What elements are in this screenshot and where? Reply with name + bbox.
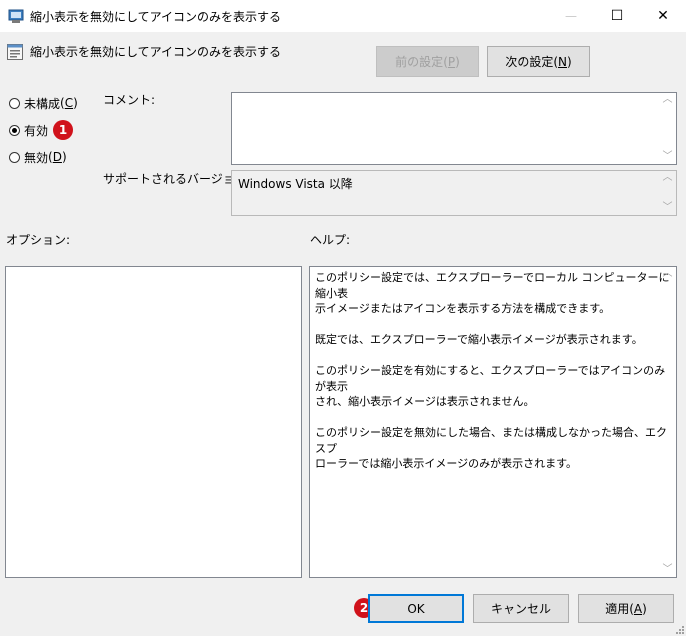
radio-label: 有効 xyxy=(24,123,49,138)
help-text: このポリシー設定では、エクスプローラーでローカル コンピューターに縮小表 示イメ… xyxy=(315,271,670,470)
annotation-badge-1: 1 xyxy=(53,120,73,140)
radio-circle xyxy=(9,97,20,109)
apply-label: 適用 xyxy=(605,602,630,616)
radio-not-configured[interactable]: 未構成(C) xyxy=(9,94,78,112)
policy-name: 縮小表示を無効にしてアイコンのみを表示する xyxy=(30,45,282,59)
ok-label: OK xyxy=(407,601,425,616)
help-scrollbar[interactable]: ︿ ﹀ xyxy=(659,267,676,577)
ok-button[interactable]: OK xyxy=(368,594,464,623)
resize-grip-icon[interactable] xyxy=(674,624,684,634)
radio-label: 未構成 xyxy=(24,96,61,111)
supported-value: Windows Vista 以降 xyxy=(238,177,353,191)
window-title: 縮小表示を無効にしてアイコンのみを表示する xyxy=(30,10,282,24)
cancel-label: キャンセル xyxy=(490,602,551,616)
previous-setting-button[interactable]: 前の設定(P) xyxy=(376,46,479,77)
supported-field: Windows Vista 以降 ︿ ﹀ xyxy=(231,170,677,216)
radio-key: D xyxy=(52,150,62,164)
radio-circle xyxy=(9,124,20,136)
previous-setting-key: P xyxy=(447,54,456,69)
radio-circle xyxy=(9,151,20,163)
radio-key: C xyxy=(64,96,74,110)
supported-label: サポートされるバージョン: xyxy=(103,172,251,186)
policy-editor-icon xyxy=(8,9,24,23)
next-setting-key: N xyxy=(558,54,567,69)
help-pane[interactable]: このポリシー設定では、エクスプローラーでローカル コンピューターに縮小表 示イメ… xyxy=(309,266,677,578)
scroll-up-icon[interactable]: ︿ xyxy=(663,93,673,107)
scroll-up-icon[interactable]: ︿ xyxy=(663,171,673,185)
maximize-button[interactable]: ☐ xyxy=(594,0,640,32)
radio-enabled[interactable]: 有効 xyxy=(9,121,48,139)
previous-setting-label: 前の設定 xyxy=(395,55,444,69)
comment-scrollbar[interactable]: ︿ ﹀ xyxy=(659,93,676,164)
comment-field[interactable]: ︿ ﹀ xyxy=(231,92,677,165)
next-setting-button[interactable]: 次の設定(N) xyxy=(487,46,590,77)
cancel-button[interactable]: キャンセル xyxy=(473,594,569,623)
apply-key: A xyxy=(633,601,643,616)
next-setting-label: 次の設定 xyxy=(505,55,554,69)
radio-label: 無効 xyxy=(24,150,49,165)
scroll-down-icon[interactable]: ﹀ xyxy=(663,563,673,577)
radio-disabled[interactable]: 無効(D) xyxy=(9,148,67,166)
supported-scrollbar[interactable]: ︿ ﹀ xyxy=(659,171,676,215)
comment-label: コメント: xyxy=(103,93,156,107)
close-icon: ✕ xyxy=(657,8,669,24)
help-label: ヘルプ: xyxy=(310,233,351,247)
minimize-button[interactable]: — xyxy=(548,0,594,32)
scroll-up-icon[interactable]: ︿ xyxy=(663,267,673,281)
close-button[interactable]: ✕ xyxy=(640,0,686,32)
options-pane[interactable] xyxy=(5,266,302,578)
options-label: オプション: xyxy=(6,233,71,247)
apply-button[interactable]: 適用(A) xyxy=(578,594,674,623)
policy-setting-icon xyxy=(7,44,23,60)
minimize-icon: — xyxy=(565,9,577,23)
maximize-icon: ☐ xyxy=(610,8,624,24)
scroll-down-icon[interactable]: ﹀ xyxy=(663,201,673,215)
scroll-down-icon[interactable]: ﹀ xyxy=(663,150,673,164)
